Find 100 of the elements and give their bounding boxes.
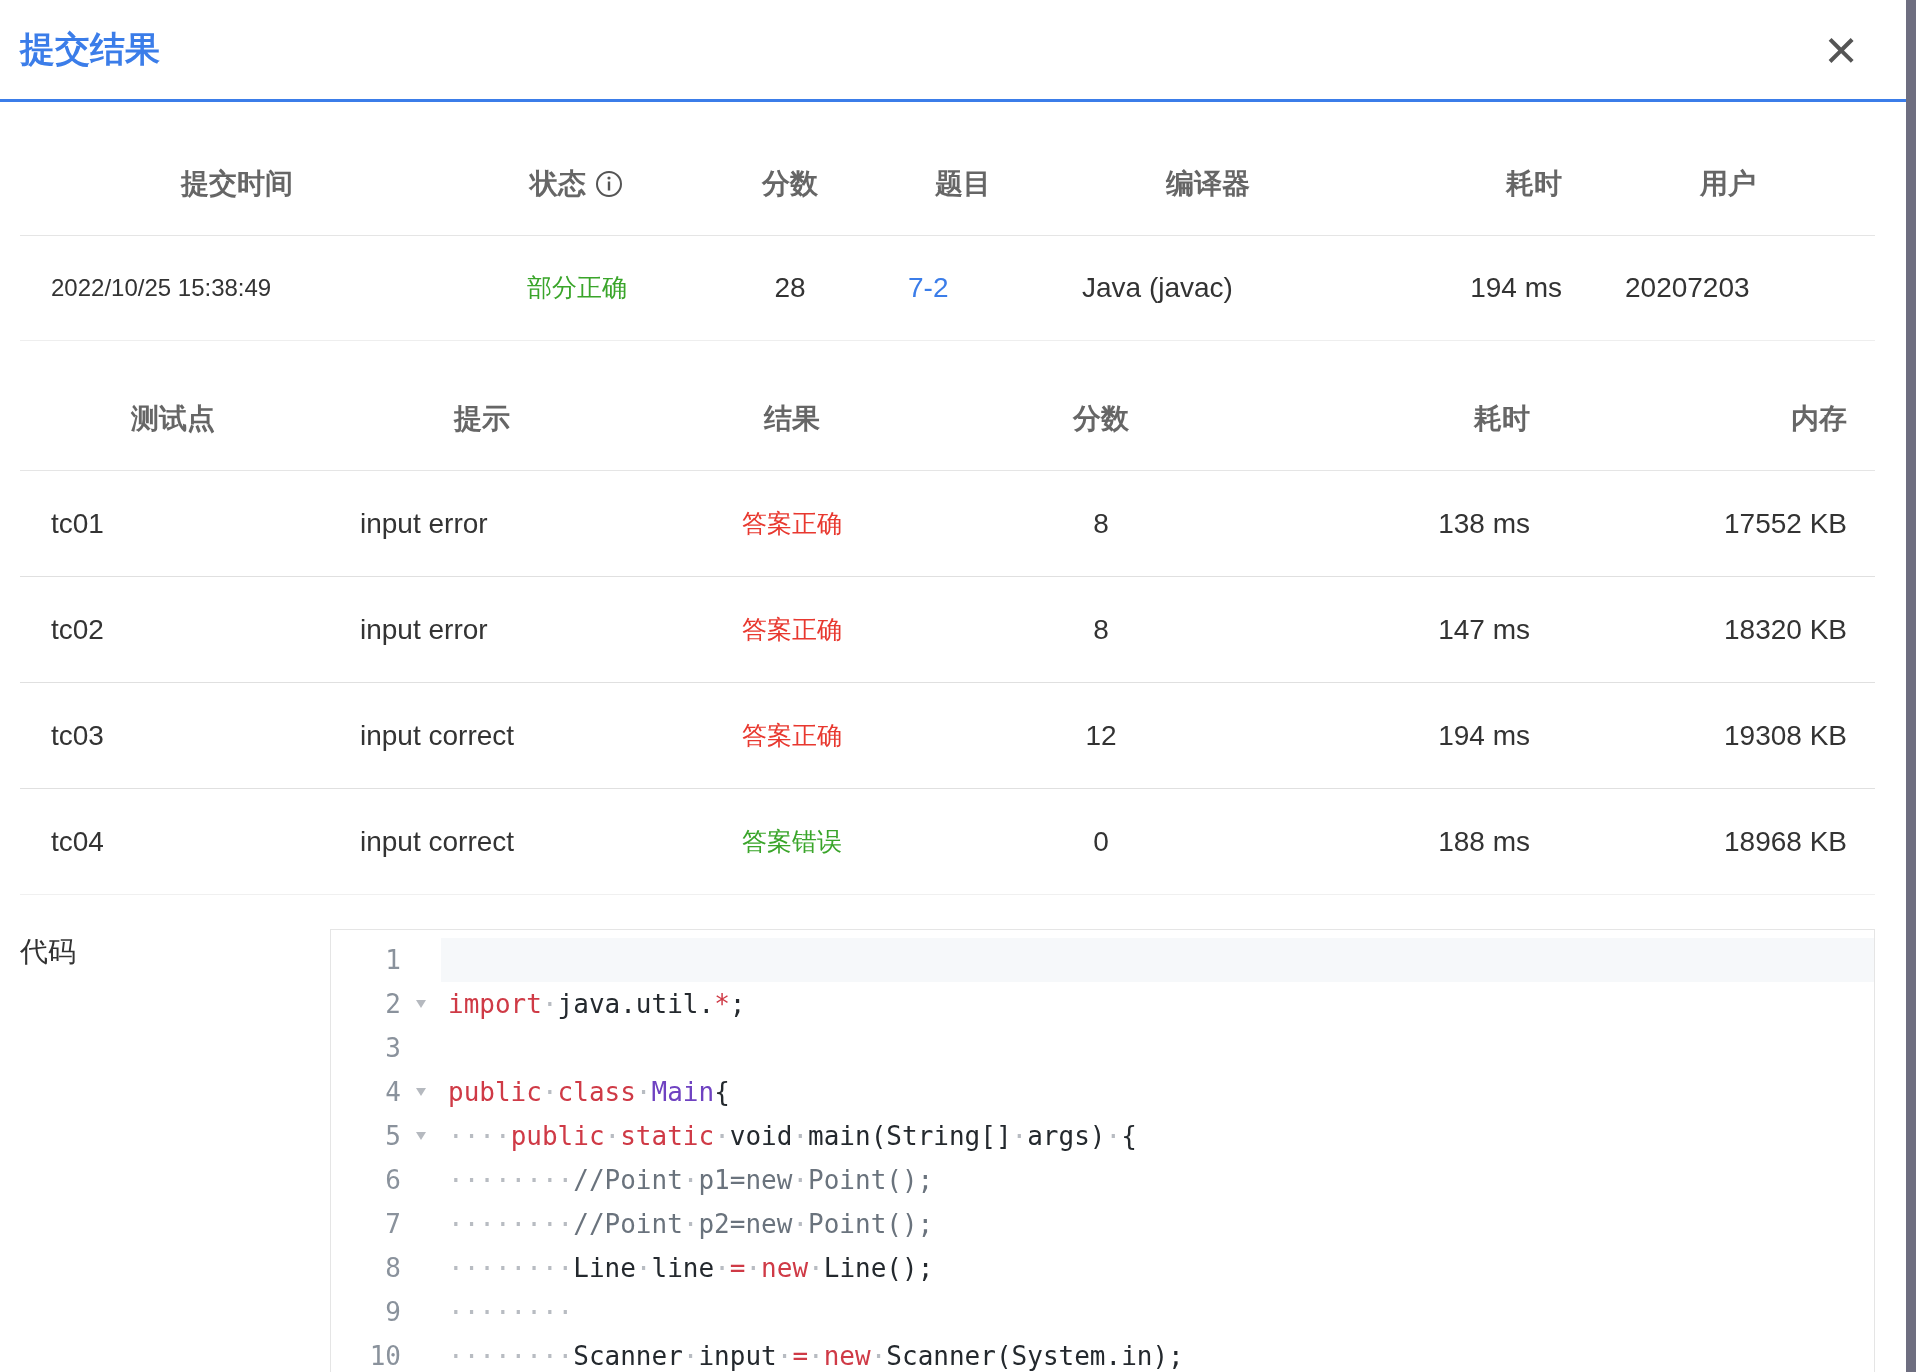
problem-link[interactable]: 7-2: [908, 272, 949, 303]
code-operator: *: [714, 987, 730, 1021]
table-cell: input correct: [360, 825, 515, 857]
column-header: 分数: [762, 166, 818, 201]
whitespace-marker: ·: [1105, 1119, 1122, 1153]
code-comment: p1=new: [698, 1163, 793, 1197]
table-cell-text: 28: [774, 271, 806, 305]
whitespace-marker: ·: [682, 1339, 699, 1372]
whitespace-marker: ·: [808, 1339, 824, 1372]
code-comment: Point();: [808, 1207, 934, 1241]
column-header: 题目: [934, 166, 991, 201]
table-cell-text: 138 ms: [1438, 506, 1530, 541]
whitespace-marker: ·: [714, 1119, 730, 1153]
column-header: 结果: [764, 401, 820, 436]
line-number: 6: [385, 1163, 401, 1197]
column-header: 状态: [530, 166, 586, 201]
result-text: 答案正确: [742, 507, 842, 539]
code-keyword: public: [448, 1075, 542, 1109]
code-keyword: public: [510, 1119, 605, 1153]
column-header: 耗时: [1474, 401, 1530, 436]
whitespace-marker: ·: [792, 1119, 809, 1153]
code-text: args): [1027, 1119, 1106, 1153]
code-keyword: new: [823, 1339, 871, 1372]
table-cell-text: 8: [1093, 612, 1109, 647]
line-number: 5: [385, 1119, 401, 1153]
table-cell-text: 0: [1093, 824, 1109, 859]
code-comment: Point();: [808, 1163, 934, 1197]
whitespace-marker: ·: [682, 1163, 699, 1197]
code-text: {: [714, 1075, 730, 1109]
whitespace-marker: ········: [448, 1163, 574, 1197]
table-cell: tc02: [51, 613, 104, 645]
code-comment: p2=new: [698, 1207, 793, 1241]
table-cell-text: 194 ms: [1470, 271, 1562, 305]
table-cell: tc03: [51, 719, 104, 751]
whitespace-marker: ·: [604, 1119, 621, 1153]
column-header: 耗时: [1506, 166, 1562, 201]
whitespace-marker: ·: [745, 1251, 762, 1285]
fold-icon[interactable]: [415, 1087, 427, 1097]
line-number: 4: [385, 1075, 401, 1109]
whitespace-marker: ········: [448, 1251, 574, 1285]
table-cell: input error: [360, 613, 488, 645]
code-keyword: import: [448, 987, 542, 1021]
code-text: Scanner(System.in);: [886, 1339, 1184, 1372]
whitespace-marker: ·: [870, 1339, 887, 1372]
code-keyword: class: [557, 1075, 636, 1109]
whitespace-marker: ·: [792, 1163, 809, 1197]
column-header: 内存: [1791, 401, 1847, 436]
line-number: 1: [385, 943, 401, 977]
whitespace-marker: ·: [808, 1251, 824, 1285]
column-header: 测试点: [131, 401, 215, 436]
whitespace-marker: ·: [714, 1251, 730, 1285]
whitespace-marker: ·: [635, 1075, 652, 1109]
table-cell-text: 8: [1093, 506, 1109, 541]
code-comment: //Point: [573, 1207, 683, 1241]
fold-icon[interactable]: [415, 999, 427, 1009]
code-type: Main: [651, 1075, 715, 1109]
line-number: 3: [385, 1031, 401, 1065]
close-button[interactable]: ×: [1816, 24, 1866, 75]
table-cell-text: 147 ms: [1438, 612, 1530, 647]
table-cell-text: 18320 KB: [1724, 612, 1847, 647]
whitespace-marker: ········: [448, 1207, 574, 1241]
line-number: 8: [385, 1251, 401, 1285]
fold-icon[interactable]: [415, 1131, 427, 1141]
table-cell: tc01: [51, 507, 104, 539]
column-header: 分数: [1073, 401, 1129, 436]
line-number: 7: [385, 1207, 401, 1241]
code-text: Line();: [823, 1251, 934, 1285]
whitespace-marker: ····: [448, 1119, 511, 1153]
whitespace-marker: ········: [448, 1295, 574, 1329]
table-cell: tc04: [51, 825, 104, 857]
column-header: 用户: [1699, 166, 1756, 201]
table-cell-text: 17552 KB: [1724, 506, 1847, 541]
code-operator: =: [792, 1339, 809, 1372]
table-cell: 20207203: [1625, 272, 1750, 303]
code-text: {: [1121, 1119, 1137, 1153]
table-cell-text: 19308 KB: [1724, 718, 1847, 753]
dialog-title: 提交结果: [20, 28, 160, 71]
result-text: 答案正确: [742, 613, 842, 645]
result-text: 答案正确: [742, 719, 842, 751]
whitespace-marker: ·: [682, 1207, 699, 1241]
whitespace-marker: ·: [1011, 1119, 1028, 1153]
info-icon[interactable]: [594, 168, 624, 199]
column-header: 提交时间: [181, 166, 293, 201]
column-header: 编译器: [1165, 166, 1250, 201]
table-cell: input error: [360, 507, 488, 539]
code-comment: //Point: [573, 1163, 683, 1197]
code-text: java.util.: [557, 987, 715, 1021]
code-operator: =: [729, 1251, 746, 1285]
code-keyword: new: [761, 1251, 809, 1285]
code-keyword: static: [620, 1119, 715, 1153]
line-number: 2: [385, 987, 401, 1021]
whitespace-marker: ·: [635, 1251, 652, 1285]
table-cell: Java (javac): [1082, 272, 1233, 303]
line-number: 9: [385, 1295, 401, 1329]
table-cell-text: 12: [1085, 718, 1117, 753]
code-text: input: [698, 1339, 777, 1372]
table-cell-text: 194 ms: [1438, 718, 1530, 753]
whitespace-marker: ········: [448, 1339, 574, 1372]
whitespace-marker: ·: [792, 1207, 809, 1241]
code-text: ;: [729, 987, 746, 1021]
